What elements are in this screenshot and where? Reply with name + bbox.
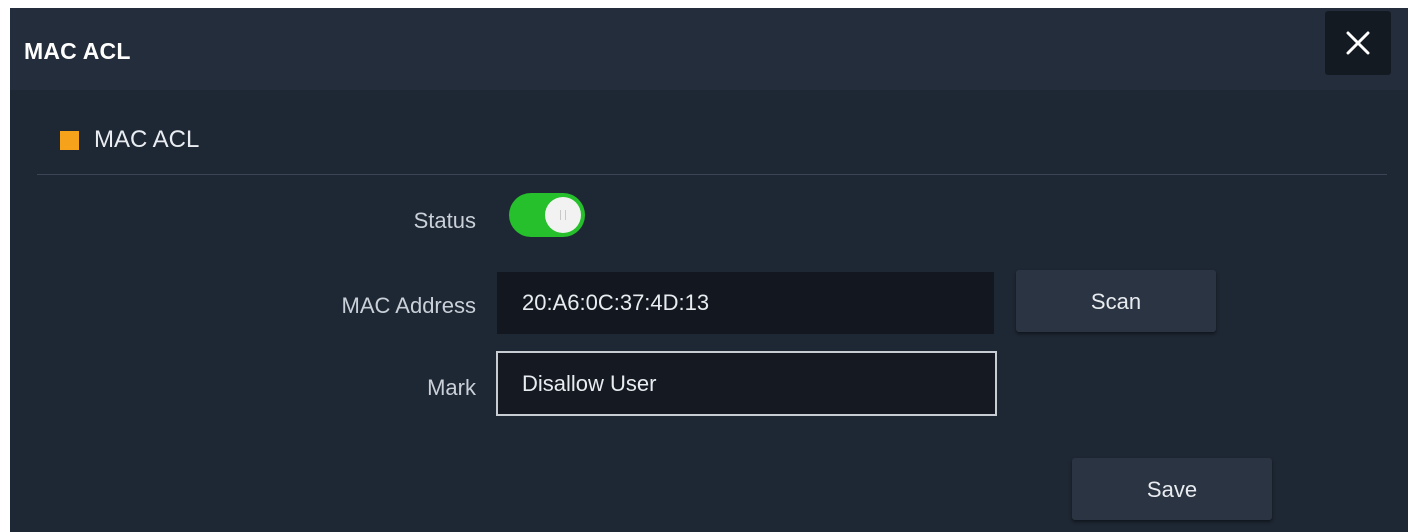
section-marker-icon <box>60 130 79 150</box>
mac-address-label: MAC Address <box>341 293 477 318</box>
mac-acl-dialog: MAC ACL MAC ACL Status MAC Address Scan … <box>10 8 1408 532</box>
close-icon <box>1346 31 1370 55</box>
scan-button[interactable]: Scan <box>1016 270 1216 332</box>
dialog-title: MAC ACL <box>24 38 131 64</box>
toggle-knob <box>545 197 581 233</box>
mark-label: Mark <box>427 375 476 400</box>
dialog-titlebar: MAC ACL <box>10 8 1408 90</box>
status-label: Status <box>413 208 476 233</box>
mac-address-input[interactable] <box>497 272 994 334</box>
close-button[interactable] <box>1325 11 1391 75</box>
mark-input[interactable] <box>496 351 997 416</box>
save-button[interactable]: Save <box>1072 458 1272 520</box>
status-toggle[interactable] <box>509 193 585 237</box>
section-header: MAC ACL <box>60 126 199 154</box>
section-divider <box>37 174 1387 175</box>
section-title: MAC ACL <box>94 126 200 153</box>
